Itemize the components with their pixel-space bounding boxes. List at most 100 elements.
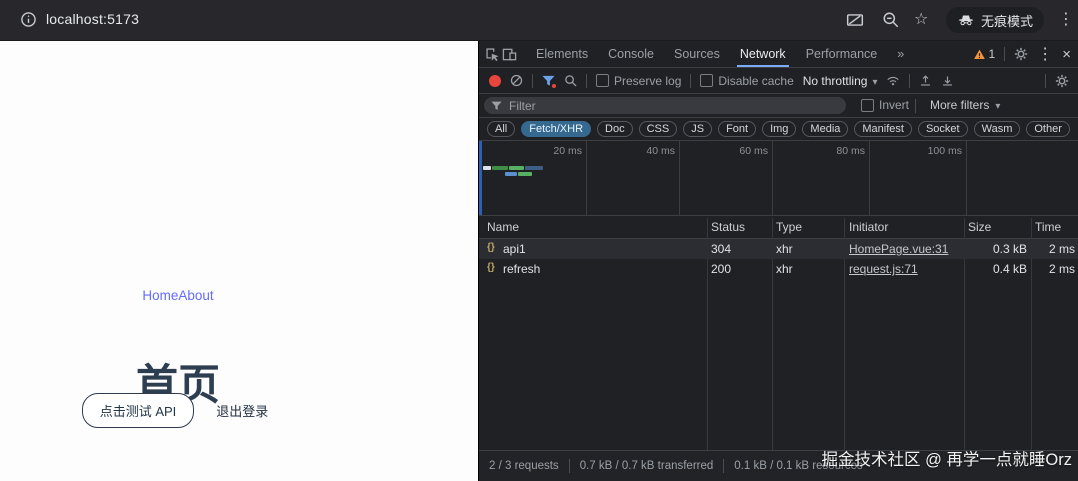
chevron-down-icon bbox=[995, 98, 1000, 112]
waterfall-bar bbox=[509, 166, 524, 170]
filter-input[interactable] bbox=[507, 98, 811, 114]
request-initiator-link[interactable]: request.js:71 bbox=[849, 262, 918, 276]
disable-cache-label: Disable cache bbox=[718, 74, 793, 88]
network-settings-icon[interactable] bbox=[1055, 74, 1069, 88]
divider bbox=[532, 74, 533, 88]
zoom-icon[interactable] bbox=[882, 11, 900, 29]
request-name[interactable]: refresh bbox=[503, 262, 540, 276]
throttling-value: No throttling bbox=[803, 74, 868, 88]
checkbox-box[interactable] bbox=[596, 74, 609, 87]
tab-sources[interactable]: Sources bbox=[665, 41, 729, 67]
tab-console[interactable]: Console bbox=[599, 41, 663, 67]
timeline-gridline bbox=[966, 141, 967, 215]
clear-network-log-icon[interactable] bbox=[510, 74, 523, 87]
browser-menu-icon[interactable] bbox=[1058, 9, 1074, 29]
column-header-type[interactable]: Type bbox=[776, 220, 802, 234]
chip-doc[interactable]: Doc bbox=[597, 121, 633, 137]
record-network-log-button[interactable] bbox=[489, 75, 501, 87]
console-warning-badge[interactable]: 1 bbox=[973, 47, 996, 61]
filter-toggle-icon[interactable] bbox=[542, 75, 555, 87]
invert-filter-checkbox[interactable]: Invert bbox=[861, 98, 909, 112]
incognito-hat-icon bbox=[957, 14, 975, 26]
invert-label: Invert bbox=[879, 98, 909, 112]
divider bbox=[915, 99, 916, 113]
column-header-name[interactable]: Name bbox=[487, 220, 519, 234]
network-request-row-refresh[interactable]: {} refresh 200 xhr request.js:71 0.4 kB … bbox=[479, 259, 1078, 279]
preserve-log-label: Preserve log bbox=[614, 74, 681, 88]
browser-toolbar: localhost:5173 ☆ 无痕模式 bbox=[0, 0, 1078, 41]
nav-link-about[interactable]: About bbox=[178, 288, 213, 303]
tab-performance[interactable]: Performance bbox=[797, 41, 887, 67]
chip-manifest[interactable]: Manifest bbox=[854, 121, 912, 137]
test-api-button[interactable]: 点击测试 API bbox=[82, 393, 195, 428]
request-type: xhr bbox=[776, 262, 793, 276]
screenshot-root: localhost:5173 ☆ 无痕模式 bbox=[0, 0, 1078, 481]
network-conditions-icon[interactable] bbox=[886, 74, 900, 87]
xhr-braces-icon: {} bbox=[487, 262, 495, 273]
device-toolbar-icon[interactable] bbox=[502, 47, 517, 62]
chip-other[interactable]: Other bbox=[1026, 121, 1070, 137]
address-bar[interactable]: localhost:5173 bbox=[46, 11, 139, 27]
page-viewport: HomeAbout 首页 点击测试 API 退出登录 bbox=[0, 41, 478, 481]
page-button-row: 点击测试 API 退出登录 bbox=[0, 393, 356, 428]
chip-wasm[interactable]: Wasm bbox=[974, 121, 1021, 137]
summary-transferred: 0.7 kB / 0.7 kB transferred bbox=[580, 460, 714, 472]
tab-elements[interactable]: Elements bbox=[527, 41, 597, 67]
incognito-badge: 无痕模式 bbox=[946, 7, 1044, 33]
inspect-element-icon[interactable] bbox=[485, 47, 500, 62]
divider bbox=[909, 74, 910, 88]
column-header-initiator[interactable]: Initiator bbox=[849, 220, 888, 234]
export-har-icon[interactable] bbox=[941, 74, 954, 87]
logout-button[interactable]: 退出登录 bbox=[210, 400, 274, 421]
devtools-menu-icon[interactable] bbox=[1037, 44, 1053, 64]
tick-20ms: 20 ms bbox=[488, 145, 582, 157]
chip-media[interactable]: Media bbox=[802, 121, 848, 137]
chip-js[interactable]: JS bbox=[683, 121, 712, 137]
more-filters-dropdown[interactable]: More filters bbox=[930, 98, 1000, 112]
request-size: 0.3 kB bbox=[927, 242, 1027, 256]
chip-font[interactable]: Font bbox=[718, 121, 756, 137]
devtools-panel: Elements Console Sources Network Perform… bbox=[478, 41, 1078, 481]
chip-socket[interactable]: Socket bbox=[918, 121, 968, 137]
import-har-icon[interactable] bbox=[919, 74, 932, 87]
filter-bar: Invert More filters bbox=[479, 94, 1078, 118]
divider bbox=[1045, 74, 1046, 88]
devtools-settings-icon[interactable] bbox=[1014, 47, 1028, 61]
network-overview-timeline[interactable]: 20 ms 40 ms 60 ms 80 ms 100 ms bbox=[479, 141, 1078, 216]
more-tabs-chevron[interactable]: » bbox=[888, 41, 913, 67]
tab-network[interactable]: Network bbox=[731, 41, 795, 67]
search-icon[interactable] bbox=[564, 74, 577, 87]
site-info-icon[interactable] bbox=[20, 11, 37, 28]
bookmark-star-icon[interactable]: ☆ bbox=[914, 9, 928, 29]
checkbox-box[interactable] bbox=[861, 99, 874, 112]
chip-fetch-xhr[interactable]: Fetch/XHR bbox=[521, 121, 591, 137]
throttling-dropdown[interactable]: No throttling bbox=[803, 74, 878, 88]
checkbox-box[interactable] bbox=[700, 74, 713, 87]
column-header-size[interactable]: Size bbox=[968, 220, 991, 234]
send-to-device-icon[interactable] bbox=[846, 11, 864, 29]
nav-link-home[interactable]: Home bbox=[142, 288, 178, 303]
divider bbox=[690, 74, 691, 88]
devtools-tab-bar: Elements Console Sources Network Perform… bbox=[479, 41, 1078, 68]
waterfall-bar bbox=[518, 172, 532, 176]
juejin-watermark: 掘金技术社区 @ 再学一点就睡Orz bbox=[822, 446, 1073, 470]
column-header-status[interactable]: Status bbox=[711, 220, 745, 234]
chip-all[interactable]: All bbox=[487, 121, 515, 137]
tick-60ms: 60 ms bbox=[674, 145, 768, 157]
filter-active-dot bbox=[552, 84, 556, 88]
chip-img[interactable]: Img bbox=[762, 121, 796, 137]
network-request-row-api1[interactable]: {} api1 304 xhr HomePage.vue:31 0.3 kB 2… bbox=[479, 239, 1078, 259]
request-type-filter-chips: All Fetch/XHR Doc CSS JS Font Img Media … bbox=[479, 118, 1078, 141]
request-time: 2 ms bbox=[1035, 262, 1075, 276]
divider bbox=[586, 74, 587, 88]
network-table-header: Name Status Type Initiator Size Time bbox=[479, 216, 1078, 239]
more-filters-label: More filters bbox=[930, 98, 989, 112]
request-name[interactable]: api1 bbox=[503, 242, 526, 256]
waterfall-bar bbox=[483, 166, 491, 170]
disable-cache-checkbox[interactable]: Disable cache bbox=[700, 74, 793, 88]
column-header-time[interactable]: Time bbox=[1035, 220, 1061, 234]
devtools-close-icon[interactable]: × bbox=[1062, 46, 1071, 63]
chip-css[interactable]: CSS bbox=[639, 121, 678, 137]
incognito-label: 无痕模式 bbox=[981, 11, 1033, 30]
preserve-log-checkbox[interactable]: Preserve log bbox=[596, 74, 681, 88]
